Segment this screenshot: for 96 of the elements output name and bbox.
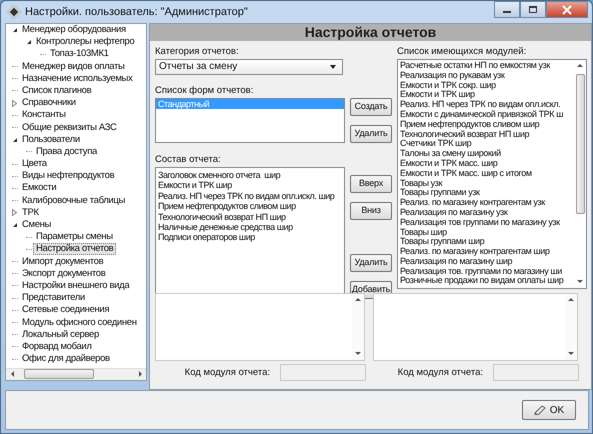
list-item[interactable]: Емкости и ТРК масс. шир с итогом [398, 168, 574, 179]
scroll-right-icon[interactable] [138, 371, 142, 378]
category-dropdown[interactable]: Отчеты за смену [155, 58, 343, 75]
close-button[interactable] [546, 1, 588, 18]
scrollbar[interactable] [6, 368, 146, 380]
list-item[interactable]: Реализация по магазину узк [398, 208, 574, 218]
tree-item[interactable]: Список плагинов [19, 84, 94, 97]
tree-item[interactable]: Менеджер видов оплаты [19, 60, 128, 73]
list-item[interactable]: Прием нефтепродуктов сливом шир [156, 201, 344, 212]
tree-item[interactable]: Константы [19, 109, 69, 122]
tree-item[interactable]: Смены [19, 219, 54, 232]
list-item[interactable]: Расчетные остатки НП по емкостям узк [398, 60, 574, 71]
field-label: Состав отчета: [155, 154, 222, 165]
scroll-up-icon[interactable] [577, 64, 583, 68]
list-item[interactable]: Емкости с динамической привязкой ТРК ш [398, 110, 574, 120]
tree-item[interactable]: Емкости [19, 182, 60, 194]
tree-item[interactable]: Модуль офисного соединен [19, 316, 140, 329]
list-item[interactable]: Реализация по магазину шир [398, 256, 574, 267]
tree-item[interactable]: Настройки внешнего вида [19, 280, 132, 292]
list-item[interactable]: Емкости и ТРК шир [156, 180, 344, 191]
ok-button[interactable]: OK [522, 400, 576, 420]
list-item[interactable]: Реализ. по магазину контрагентам шир [398, 247, 574, 257]
scroll-thumb[interactable] [24, 369, 94, 380]
caret-icon [330, 64, 336, 69]
list-button[interactable]: Удалить [350, 254, 392, 272]
input-field[interactable] [493, 364, 579, 381]
field-label: Код модуля отчета: [398, 366, 483, 378]
list-item[interactable]: Реализ. НП через ТРК по видам опл.искл. [398, 100, 574, 110]
field-label: Список имеющихся модулей: [397, 46, 528, 57]
tree-item[interactable]: Представители [19, 292, 88, 304]
tree-item[interactable]: Калибровочные таблицы [19, 194, 128, 207]
move-button[interactable]: Вниз [350, 202, 392, 220]
list-item[interactable]: Технологический возврат НП шир [156, 212, 344, 222]
tree-item[interactable]: Сетевые соединения [19, 304, 112, 316]
tree-item[interactable]: Виды нефтепродуктов [19, 170, 118, 182]
tree-item[interactable]: Менеджер оборудования [19, 24, 129, 36]
list-item[interactable]: Реализ. по магазину контрагентам узк [398, 198, 574, 208]
expander-icon[interactable] [26, 40, 30, 44]
tree-item[interactable]: Цвета [19, 158, 50, 170]
panel-title: Настройка отчетов [150, 24, 591, 41]
tree-item[interactable]: Пользователи [19, 134, 83, 146]
maximize-button[interactable] [520, 1, 546, 18]
scroll-down-icon[interactable] [568, 352, 574, 356]
window-title: Настройки. пользователь: "Администратор" [25, 4, 249, 20]
tree-item[interactable]: Назначение используемых [19, 72, 136, 85]
move-button[interactable]: Вверх [350, 174, 392, 193]
tree-item[interactable]: Справочники [19, 97, 79, 110]
tree-item[interactable]: ТРК [19, 206, 42, 219]
list-item[interactable]: Реализация тов группами по магазину узк [398, 218, 574, 228]
list-item[interactable]: Реализ. НП через ТРК по видам опл.искл. шир [156, 190, 344, 202]
input-field[interactable] [280, 364, 366, 381]
expander-icon[interactable] [12, 223, 16, 228]
tree-item[interactable]: Топаз-103МК1 [47, 48, 112, 60]
expander-icon[interactable] [12, 28, 16, 32]
list-item[interactable]: Товары группами шир [398, 237, 574, 248]
scroll-thumb[interactable] [576, 74, 584, 214]
tree-item[interactable]: Форвард мобаил [19, 340, 95, 353]
list-item[interactable]: Емкости и ТРК масс. шир [398, 158, 574, 169]
tree-item[interactable]: Параметры смены [33, 231, 116, 244]
list-item[interactable]: Прием нефтепродуктов сливом шир [398, 120, 574, 130]
scroll-left-icon[interactable] [10, 371, 14, 378]
scroll-down-icon[interactable] [577, 280, 583, 284]
scroll-down-icon[interactable] [355, 352, 361, 356]
list-item[interactable]: Емкости и ТРК сокр. шир [398, 80, 574, 90]
field-label: Список форм отчетов: [155, 84, 254, 96]
tree-item[interactable]: Общие реквизиты АЗС [19, 122, 120, 134]
list-item[interactable]: Товары группами узк [398, 188, 574, 198]
list-item[interactable]: Реализация тов. группами по магазину ши [398, 266, 574, 276]
tree-item[interactable]: Настройка отчетов [33, 243, 116, 256]
list-item[interactable]: Реализация по рукавам узк [398, 70, 574, 81]
scroll-up-icon[interactable] [355, 298, 361, 302]
field-label: Код модуля отчета: [184, 366, 270, 378]
tree-item[interactable]: Экспорт документов [19, 268, 108, 280]
list-item[interactable]: Наличные денежные средства шир [156, 222, 344, 232]
tree-item[interactable]: Права доступа [33, 146, 100, 158]
field-label: Категория отчетов: [155, 46, 240, 57]
minimize-button[interactable] [494, 1, 520, 18]
tree-item[interactable]: Контроллеры нефтепро [33, 36, 138, 48]
tree-item[interactable]: Импорт документов [19, 256, 106, 268]
list-item[interactable]: Счетчики ТРК шир [398, 139, 574, 150]
list-item[interactable]: Емкости и ТРК шир [398, 90, 574, 100]
list-item[interactable]: Заголовок сменного отчета шир [156, 170, 344, 180]
tree-item[interactable]: Локальный сервер [19, 328, 102, 341]
list-item[interactable]: Талоны за смену широкий [398, 149, 574, 159]
form-button[interactable]: Создать [350, 98, 392, 116]
list-item[interactable]: Товары узк [398, 178, 574, 188]
tree-item[interactable]: Офис для драйверов [19, 353, 113, 366]
expander-icon[interactable] [12, 138, 16, 142]
list-item[interactable]: Технологический возврат НП шир [398, 130, 574, 140]
pencil-icon [534, 405, 546, 416]
list-item[interactable]: Товары шир [398, 228, 574, 238]
close-icon [562, 4, 572, 14]
form-button[interactable]: Удалить [350, 124, 392, 143]
list-item[interactable]: Подписи операторов шир [156, 232, 344, 243]
list-item[interactable]: Розничные продажи по видам оплаты шир [398, 276, 574, 286]
scroll-up-icon[interactable] [568, 298, 574, 302]
